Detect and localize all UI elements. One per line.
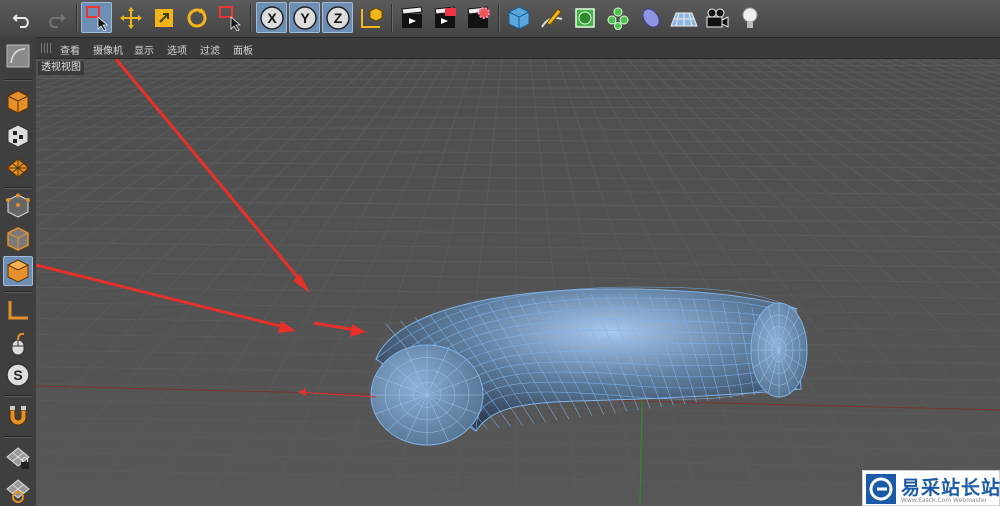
axis-mode-button[interactable]: [3, 295, 33, 325]
coordinate-system-icon: [360, 6, 382, 28]
coordinate-system-button[interactable]: [355, 2, 386, 33]
make-editable-icon: [6, 44, 30, 68]
lock-y-icon: Y: [292, 5, 317, 30]
redo-button[interactable]: [40, 2, 71, 33]
lock-y-button[interactable]: Y: [289, 2, 320, 33]
model-mode-button[interactable]: [3, 87, 33, 117]
model-mode-icon: [7, 90, 29, 114]
workplane-lock-button[interactable]: [3, 443, 33, 473]
render-settings-icon: [466, 5, 490, 28]
render-to-picture-viewer-button[interactable]: [429, 2, 460, 33]
solo-icon: S: [6, 363, 30, 387]
render-to-picture-viewer-icon: [433, 5, 456, 28]
light-icon: [742, 7, 757, 28]
cube-object-button[interactable]: [503, 2, 534, 33]
menu-options[interactable]: 选项: [167, 42, 187, 57]
workplane-button[interactable]: [3, 153, 33, 183]
points-mode-button[interactable]: [3, 191, 33, 221]
subdivision-surface-button[interactable]: [569, 2, 600, 33]
redo-icon: [48, 13, 65, 28]
recent-tool-icon: [218, 5, 241, 31]
axis-y-label: Y: [300, 10, 310, 26]
edges-mode-button[interactable]: [3, 224, 33, 254]
workplane-locked-icon: [6, 479, 30, 503]
scale-tool-button[interactable]: [148, 2, 179, 33]
deformer-icon: [641, 7, 660, 28]
lock-z-button[interactable]: Z: [322, 2, 353, 33]
move-tool-button[interactable]: [115, 2, 146, 33]
workplane-lock-icon: [6, 447, 30, 469]
tweak-mode-button[interactable]: [3, 329, 33, 359]
snap-icon: [9, 406, 27, 426]
move-icon: [119, 6, 142, 29]
axis-z-label: Z: [333, 10, 342, 26]
main-toolbar: X Y Z: [0, 0, 1000, 38]
edges-mode-icon: [7, 227, 29, 251]
rotate-icon: [187, 7, 206, 27]
tweak-mode-icon: [11, 332, 25, 356]
viewport-canvas[interactable]: [36, 59, 1000, 506]
subdivision-surface-icon: [574, 7, 595, 28]
workplane-icon: [6, 158, 30, 178]
axis-x-label: X: [267, 10, 277, 26]
lock-x-icon: X: [259, 5, 284, 30]
render-view-icon: [400, 5, 423, 28]
watermark-title: 易采站长站: [901, 477, 1000, 499]
menubar-grip-icon[interactable]: [41, 43, 51, 53]
lock-x-button[interactable]: X: [256, 2, 287, 33]
cube-icon: [508, 5, 529, 30]
live-selection-icon: [85, 5, 108, 31]
polygons-mode-button[interactable]: [3, 256, 33, 286]
points-mode-icon: [6, 193, 30, 218]
floor-button[interactable]: [668, 2, 699, 33]
scale-icon: [154, 8, 173, 27]
svg-text:S: S: [13, 367, 22, 383]
menu-view[interactable]: 查看: [60, 42, 80, 57]
camera-button[interactable]: [701, 2, 732, 33]
viewport-menubar: 查看 摄像机 显示 选项 过滤 面板: [36, 38, 1000, 59]
menu-filter[interactable]: 过滤: [200, 42, 220, 57]
lock-z-icon: Z: [325, 5, 350, 30]
menu-cameras[interactable]: 摄像机: [93, 42, 123, 57]
snap-button[interactable]: [3, 401, 33, 431]
pen-spline-icon: [540, 7, 562, 28]
live-selection-button[interactable]: [81, 2, 112, 33]
light-button[interactable]: [734, 2, 765, 33]
view-name-label[interactable]: 透视视图: [38, 61, 84, 75]
recent-tool-button[interactable]: [214, 2, 245, 33]
texture-mode-button[interactable]: [3, 121, 33, 151]
render-settings-button[interactable]: [462, 2, 493, 33]
axis-icon: [8, 301, 28, 320]
cloner-button[interactable]: [602, 2, 633, 33]
texture-mode-icon: [7, 124, 29, 148]
perspective-viewport[interactable]: 透视视图: [36, 59, 1000, 506]
menu-panel[interactable]: 面板: [233, 42, 253, 57]
menu-display[interactable]: 显示: [134, 42, 154, 57]
workplane-locked-button[interactable]: [3, 475, 33, 505]
watermark-subtitle: Www.Easck.Com Webmaster: [901, 497, 988, 504]
solo-button[interactable]: S: [3, 360, 33, 390]
watermark-logo-icon: [866, 474, 896, 504]
cloner-icon: [607, 7, 628, 30]
make-editable-button[interactable]: [3, 41, 33, 71]
tube-end-cap-right-wire: [751, 303, 807, 397]
undo-button[interactable]: [6, 2, 37, 33]
floor-icon: [669, 12, 698, 26]
rotate-tool-button[interactable]: [181, 2, 212, 33]
pen-spline-button[interactable]: [536, 2, 567, 33]
undo-icon: [12, 13, 29, 28]
render-view-button[interactable]: [396, 2, 427, 33]
tube-end-cap-left-wire: [371, 345, 483, 445]
site-watermark: 易采站长站 Www.Easck.Com Webmaster: [862, 470, 1000, 506]
polygons-mode-icon: [6, 259, 30, 283]
mode-palette: S: [0, 37, 37, 506]
camera-icon: [706, 8, 728, 28]
deformer-button[interactable]: [635, 2, 666, 33]
